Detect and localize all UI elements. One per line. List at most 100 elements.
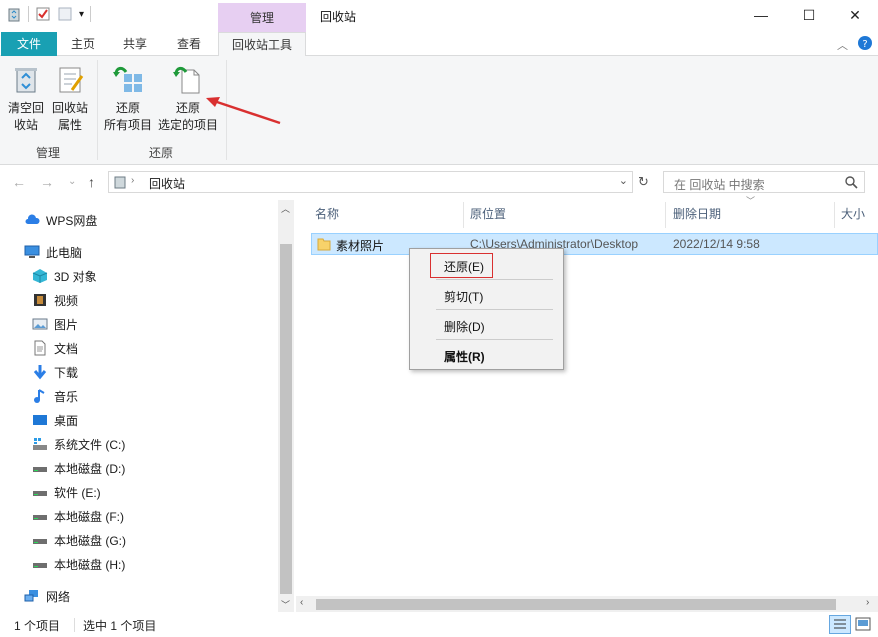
restore-all-icon [113,66,142,92]
up-icon[interactable]: ↑ [88,174,95,190]
status-item-count: 1 个项目 [14,619,61,633]
nav-label: 下载 [54,365,79,380]
maximize-button[interactable]: ☐ [786,0,832,30]
new-folder-icon[interactable] [57,6,73,22]
breadcrumb-recycle-bin[interactable]: 回收站 [149,175,185,192]
properties-label-1: 回收站 [51,101,88,115]
horizontal-scrollbar[interactable]: ‹ › [296,596,878,612]
document-icon [34,340,46,356]
separator [90,6,92,22]
search-icon[interactable] [845,176,858,189]
customize-qat-icon[interactable]: ▾ [79,9,84,20]
music-icon [34,389,45,403]
drive-icon [33,491,47,496]
scroll-down-icon[interactable]: ﹀ [281,598,290,611]
address-bar[interactable]: › 回收站 ⌄ [108,171,633,193]
search-placeholder: 在 回收站 中搜索 [674,178,765,192]
close-button[interactable]: ✕ [832,0,878,30]
annotation-arrow [206,97,281,125]
tab-file[interactable]: 文件 [1,32,57,56]
nav-item-drive-h[interactable]: 本地磁盘 (H:) [32,553,125,575]
nav-item-drive-c[interactable]: 系统文件 (C:) [32,433,125,455]
tab-home[interactable]: 主页 [60,32,106,56]
nav-item-this-pc[interactable]: 此电脑 [24,241,82,263]
menu-item-restore[interactable]: 还原(E) [410,254,563,276]
menu-item-cut[interactable]: 剪切(T) [410,284,563,306]
separator [74,618,75,632]
nav-item-network[interactable]: 网络 [24,585,70,607]
title-bar: ▾ 管理 回收站 — ☐ ✕ [0,0,878,32]
scroll-right-icon[interactable]: › [866,597,869,608]
nav-label: 3D 对象 [54,269,97,284]
file-list: 名称 原位置 删除日期 ﹀ 大小 素材照片 C:\Users\Administr… [296,196,878,612]
nav-item-videos[interactable]: 视频 [32,289,78,311]
menu-item-label: 属性(R) [444,350,485,364]
svg-text:?: ? [862,39,867,50]
nav-item-drive-g[interactable]: 本地磁盘 (G:) [32,529,126,551]
nav-item-downloads[interactable]: 下载 [32,361,78,383]
column-header-name[interactable]: 名称 [315,200,339,228]
column-header-date-deleted[interactable]: 删除日期 [673,200,721,228]
large-icons-view-icon[interactable] [854,615,872,633]
scroll-thumb[interactable] [280,244,292,594]
row-name[interactable]: 素材照片 [336,237,384,254]
nav-item-wps-drive[interactable]: WPS网盘 [24,209,97,231]
nav-label: 图片 [54,317,79,332]
nav-label: 系统文件 (C:) [54,437,126,452]
nav-label: 文档 [54,341,79,356]
nav-item-music[interactable]: 音乐 [32,385,78,407]
details-view-icon[interactable] [829,615,851,634]
menu-separator [436,339,553,340]
minimize-button[interactable]: — [738,0,784,30]
nav-item-drive-d[interactable]: 本地磁盘 (D:) [32,457,125,479]
column-separator[interactable] [463,202,464,228]
empty-recycle-bin-button[interactable]: 清空回 收站 [6,64,46,134]
collapse-ribbon-icon[interactable]: ︿ [837,37,848,53]
forward-icon[interactable]: → [40,174,54,190]
drive-icon [33,539,47,544]
nav-item-pictures[interactable]: 图片 [32,313,78,335]
refresh-icon[interactable]: ↻ [638,174,649,190]
column-separator[interactable] [665,202,666,228]
tab-recycle-bin-tools[interactable]: 回收站工具 [218,32,306,57]
scroll-up-icon[interactable]: ︿ [281,202,290,215]
nav-label: 本地磁盘 (G:) [54,533,126,548]
menu-item-properties[interactable]: 属性(R) [410,344,563,366]
contextual-tab-manage[interactable]: 管理 [218,3,306,32]
scroll-left-icon[interactable]: ‹ [300,597,303,608]
nav-item-3d-objects[interactable]: 3D 对象 [32,265,97,287]
horizontal-scroll-thumb[interactable] [316,599,836,610]
menu-separator [436,279,553,280]
restore-all-label-1: 还原 [115,101,140,115]
column-header-original-location[interactable]: 原位置 [470,200,506,228]
tab-share[interactable]: 共享 [112,32,158,56]
help-icon[interactable]: ? [858,36,872,53]
picture-icon [32,318,48,330]
menu-item-label: 还原(E) [444,260,484,274]
nav-item-documents[interactable]: 文档 [32,337,78,359]
column-header-size[interactable]: 大小 [841,200,865,228]
restore-all-button[interactable]: 还原 所有项目 [102,64,154,134]
nav-label: 本地磁盘 (D:) [54,461,126,476]
row-date-deleted: 2022/12/14 9:58 [673,237,760,251]
tab-view[interactable]: 查看 [166,32,212,56]
group-label-restore: 还原 [149,146,174,160]
restore-selected-icon [173,66,200,94]
recycle-bin-properties-button[interactable]: 回收站 属性 [50,64,90,134]
system-drive-icon [33,438,47,450]
column-separator[interactable] [834,202,835,228]
nav-item-drive-f[interactable]: 本地磁盘 (F:) [32,505,124,527]
properties-icon[interactable] [35,6,51,22]
menu-item-delete[interactable]: 删除(D) [410,314,563,336]
address-dropdown-icon[interactable]: ⌄ [619,174,628,187]
window-title: 回收站 [320,10,357,24]
search-input[interactable]: 在 回收站 中搜索 [663,171,865,193]
properties-label-2: 属性 [57,118,82,132]
nav-scrollbar[interactable]: ︿ ﹀ [278,200,294,612]
recent-locations-icon[interactable]: ⌄ [68,176,76,187]
nav-item-drive-e[interactable]: 软件 (E:) [32,481,101,503]
breadcrumb-chevron-icon[interactable]: › [131,175,134,186]
back-icon[interactable]: ← [12,174,26,190]
nav-item-desktop[interactable]: 桌面 [32,409,78,431]
desktop-icon [33,415,47,425]
